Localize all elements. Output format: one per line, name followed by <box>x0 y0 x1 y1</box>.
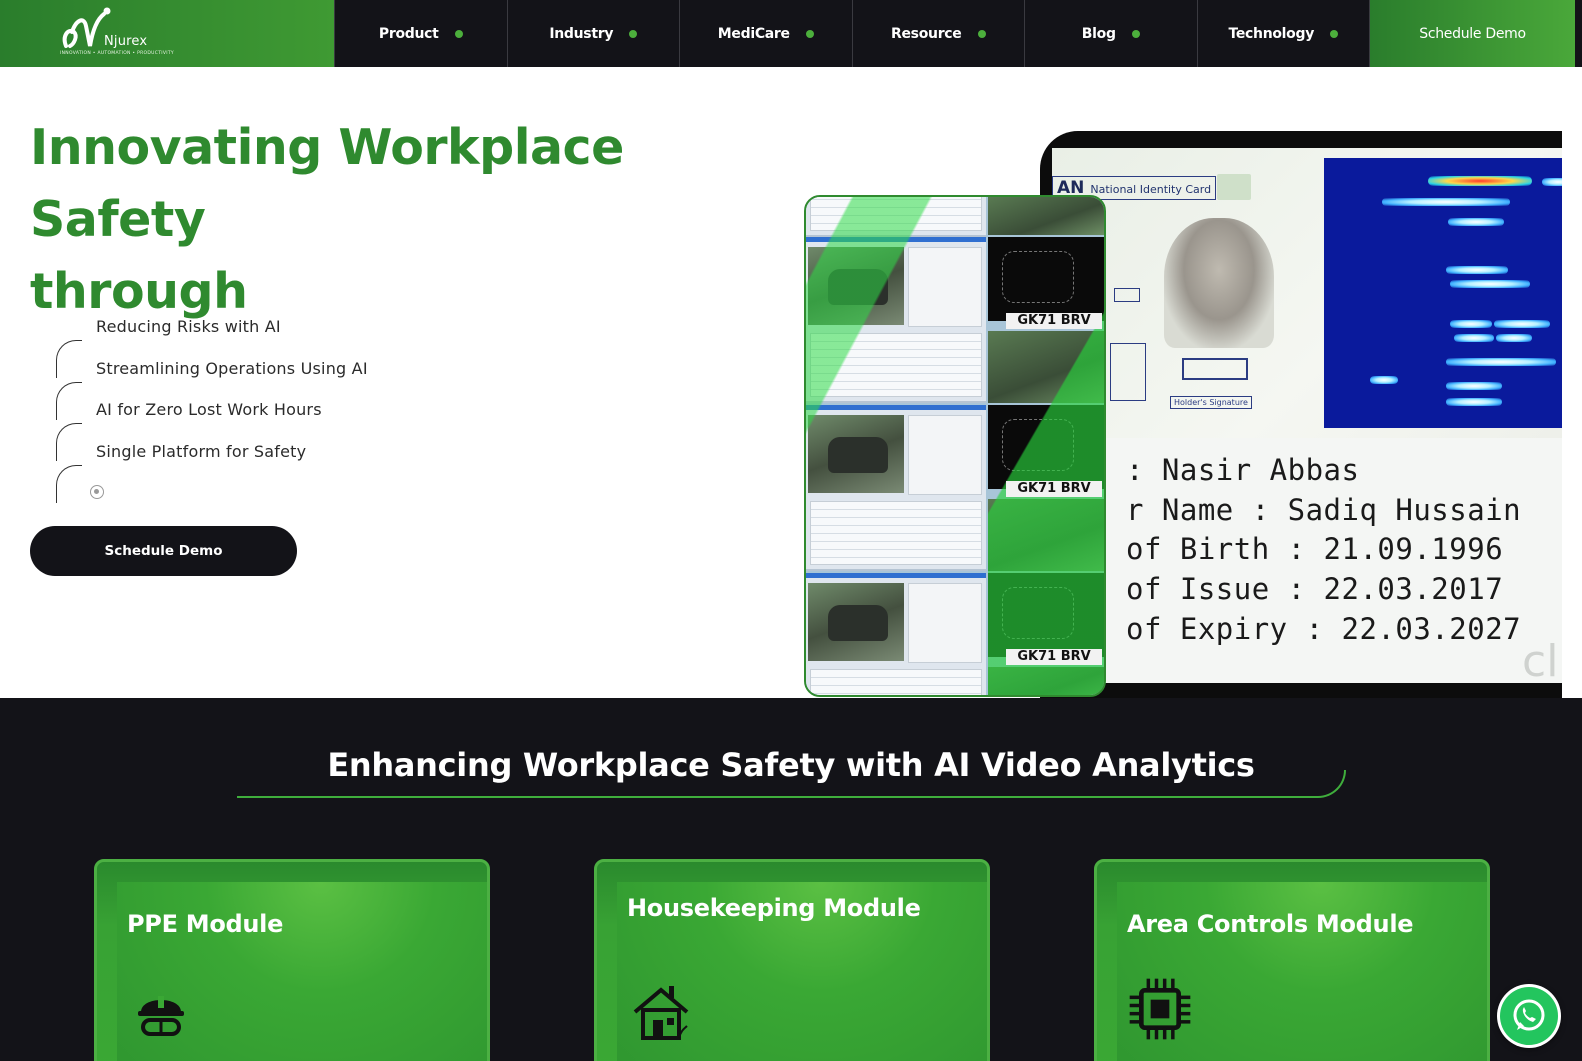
ocr-box <box>1114 288 1140 302</box>
connector-curve <box>56 340 82 378</box>
heat-blob <box>1446 266 1508 274</box>
portrait-photo <box>1164 218 1274 348</box>
dot-icon <box>805 29 814 38</box>
car-thumbnail <box>988 499 1104 571</box>
car-thumbnail <box>988 197 1104 235</box>
anpr-demo-image: GK71 BRV GK71 BRV GK71 BRV <box>804 195 1106 697</box>
car-thumbnail <box>988 331 1104 403</box>
feature-label: Reducing Risks with AI <box>96 317 281 336</box>
logo[interactable]: Njurex INNOVATION • AUTOMATION • PRODUCT… <box>0 0 334 67</box>
flag-icon <box>1217 174 1251 200</box>
heat-blob <box>1446 382 1502 390</box>
nav-label: Industry <box>549 25 614 42</box>
heat-blob <box>1450 320 1492 328</box>
card-title: Housekeeping Module <box>627 894 921 922</box>
ocr-box <box>1110 343 1146 401</box>
chip-icon <box>1129 978 1191 1040</box>
heat-blob <box>1454 334 1494 342</box>
heat-blob <box>1370 376 1398 384</box>
card-title: PPE Module <box>127 910 284 938</box>
dot-icon <box>1131 29 1140 38</box>
id-line-name: : Nasir Abbas <box>1126 453 1360 487</box>
heat-blob <box>1450 280 1530 288</box>
nav-label: Product <box>378 25 439 42</box>
connector-curve <box>56 423 82 461</box>
plate-label: GK71 BRV <box>1006 313 1102 329</box>
dot-icon <box>977 29 986 38</box>
nav-label: Blog <box>1081 25 1116 42</box>
top-navigation: Njurex INNOVATION • AUTOMATION • PRODUCT… <box>0 0 1582 67</box>
hero-title-line2: through <box>30 263 248 320</box>
logo-text: Njurex <box>104 34 148 49</box>
feature-label: Single Platform for Safety <box>96 441 307 461</box>
heat-blob <box>1496 334 1532 342</box>
heat-blob <box>1446 398 1502 406</box>
nav-label: Technology <box>1228 25 1315 42</box>
hero-schedule-demo-button[interactable]: Schedule Demo <box>30 526 297 576</box>
heat-blob <box>1494 320 1550 328</box>
carousel-indicator-icon[interactable] <box>90 485 104 499</box>
nav-technology[interactable]: Technology <box>1196 0 1370 67</box>
signature-box <box>1182 358 1248 380</box>
anpr-window <box>806 237 986 403</box>
id-line-issue: of Issue : 22.03.2017 <box>1126 572 1504 606</box>
nav-product[interactable]: Product <box>334 0 507 67</box>
logo-tagline: INNOVATION • AUTOMATION • PRODUCTIVITY <box>60 51 174 56</box>
card-title: Area Controls Module <box>1127 910 1414 938</box>
hero-title: Innovating Workplace Safety through <box>30 112 790 328</box>
dot-icon <box>629 29 638 38</box>
id-line-birth: of Birth : 21.09.1996 <box>1126 532 1504 566</box>
plate-label: GK71 BRV <box>1006 481 1102 497</box>
anpr-window <box>806 573 986 695</box>
anpr-window <box>806 405 986 571</box>
signature-label: Holder's Signature <box>1170 396 1252 409</box>
whatsapp-glyph-icon <box>1513 999 1545 1031</box>
edge-thumbnail <box>988 573 1104 657</box>
heat-blob <box>1382 198 1510 206</box>
card-area-controls-module[interactable]: Area Controls Module <box>1094 859 1490 1061</box>
whatsapp-button[interactable] <box>1497 984 1561 1048</box>
id-line-expiry: of Expiry : 22.03.2027 <box>1126 612 1522 646</box>
helmet-goggles-icon <box>138 996 184 1036</box>
anpr-window <box>806 197 986 237</box>
id-card-top: AN National Identity Card Holder's Signat… <box>1052 148 1562 438</box>
nav-label: MediCare <box>717 25 790 42</box>
nav-schedule-demo-button[interactable]: Schedule Demo <box>1369 0 1575 67</box>
connector-curve <box>56 381 82 420</box>
id-line-father: r Name : Sadiq Hussain <box>1126 493 1522 527</box>
whatsapp-icon <box>1500 987 1558 1045</box>
hero-title-line1: Innovating Workplace Safety <box>30 119 624 248</box>
heat-blob <box>1446 358 1556 366</box>
connector-curve <box>56 464 82 503</box>
id-card-header-text: National Identity Card <box>1090 183 1212 196</box>
nav-industry[interactable]: Industry <box>506 0 680 67</box>
nav-medicare[interactable]: MediCare <box>679 0 852 67</box>
dot-icon <box>1330 29 1339 38</box>
house-icon <box>633 986 689 1040</box>
anpr-collage: GK71 BRV GK71 BRV GK71 BRV <box>806 197 1104 695</box>
feature-label: AI for Zero Lost Work Hours <box>96 400 322 419</box>
ocr-demo-image: AN National Identity Card Holder's Signat… <box>1040 131 1562 698</box>
edge-thumbnail <box>988 405 1104 489</box>
feature-label: Streamlining Operations Using AI <box>96 358 368 378</box>
ocr-heatmap <box>1324 158 1562 428</box>
car-thumbnail <box>988 667 1104 695</box>
heat-blob <box>1542 178 1562 186</box>
nav-blog[interactable]: Blog <box>1024 0 1197 67</box>
title-underline <box>237 770 1346 798</box>
watermark: cl <box>1522 636 1559 687</box>
plate-label: GK71 BRV <box>1006 649 1102 665</box>
heat-blob <box>1448 218 1504 226</box>
edge-thumbnail <box>988 237 1104 321</box>
id-card: AN National Identity Card Holder's Signat… <box>1052 148 1562 687</box>
card-housekeeping-module[interactable]: Housekeeping Module <box>594 859 990 1061</box>
nav-label: Resource <box>891 25 962 42</box>
dot-icon <box>454 29 463 38</box>
heat-blob <box>1428 176 1532 186</box>
nav-resource[interactable]: Resource <box>851 0 1025 67</box>
card-ppe-module[interactable]: PPE Module <box>94 859 490 1061</box>
